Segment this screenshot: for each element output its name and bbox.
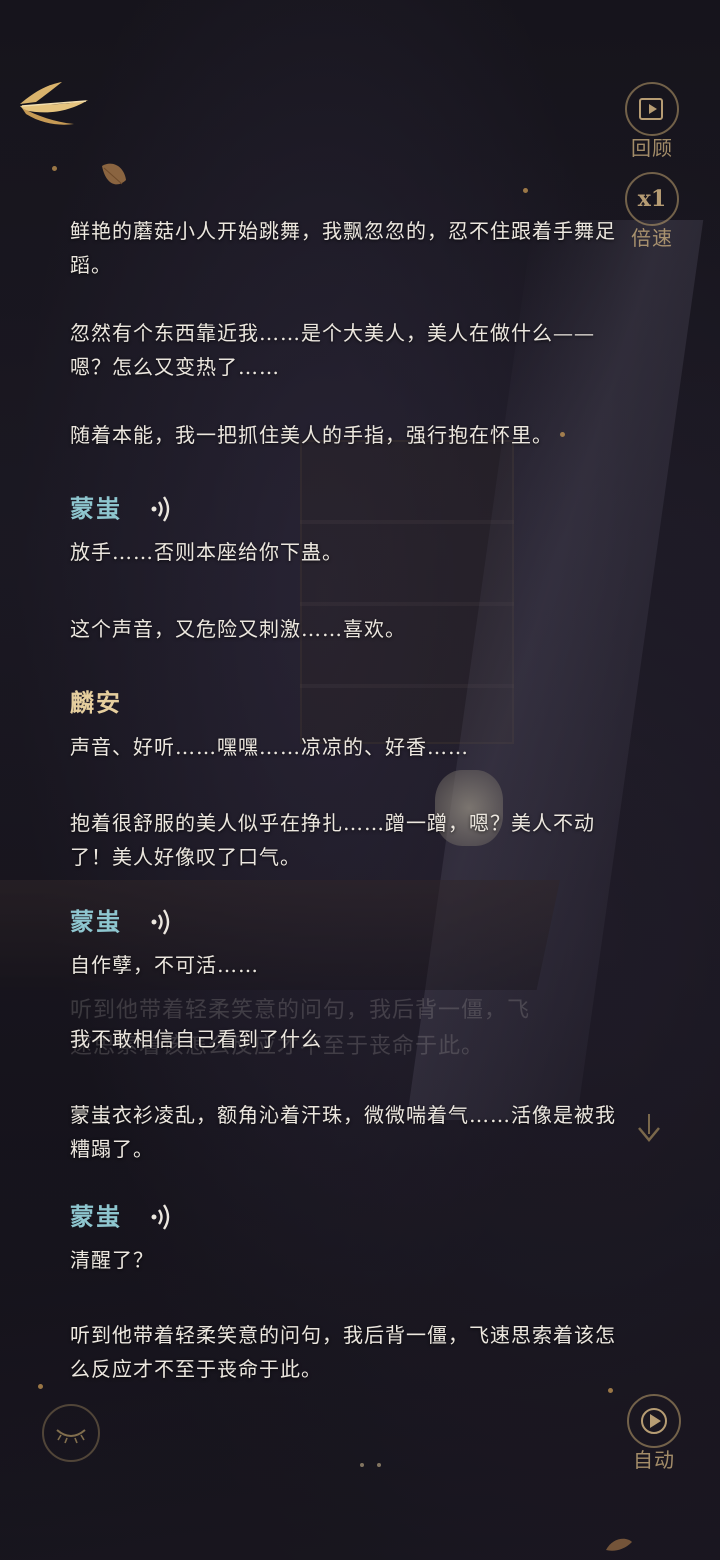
- sparkle-decoration: [523, 188, 528, 193]
- closed-eye-icon: [56, 1429, 86, 1444]
- speech-line: 清醒了？: [70, 1248, 154, 1272]
- sparkle-decoration: [52, 166, 57, 171]
- sound-wave-icon[interactable]: [150, 907, 172, 937]
- review-button[interactable]: 回顾: [624, 82, 680, 161]
- speech-line: 放手……否则本座给你下蛊。: [70, 540, 343, 564]
- speaker-name-text: 蒙蚩: [70, 907, 122, 936]
- narration-line: 听到他带着轻柔笑意的问句，我后背一僵，飞速思索着该怎么反应才不至于丧命于此。: [70, 1323, 616, 1381]
- auto-label: 自动: [633, 1448, 675, 1472]
- speed-label: 倍速: [631, 226, 673, 250]
- narration-line: 这个声音，又危险又刺激……喜欢。: [70, 617, 406, 641]
- indicator-dot: [377, 1463, 382, 1467]
- speaker-name: 蒙蚩: [70, 494, 172, 524]
- sparkle-decoration: [38, 1384, 43, 1389]
- replay-icon: [639, 98, 663, 120]
- auto-play-button[interactable]: 自动: [626, 1394, 682, 1473]
- speed-button[interactable]: x1 倍速: [624, 172, 680, 251]
- speaker-name: 麟安: [70, 688, 122, 718]
- speaker-name-text: 蒙蚩: [70, 494, 122, 523]
- speed-value: x1: [637, 186, 667, 212]
- down-arrow-icon: [638, 1114, 660, 1142]
- narration-line: 我不敢相信自己看到了什么: [70, 1027, 322, 1051]
- speech-line: 声音、好听……嘿嘿……凉凉的、好香……: [70, 735, 469, 759]
- speech-line: 自作孽，不可活……: [70, 953, 259, 977]
- speaker-name: 蒙蚩: [70, 907, 172, 937]
- narration-line: 抱着很舒服的美人似乎在挣扎……蹭一蹭，嗯？美人不动了！美人好像叹了口气。: [70, 811, 595, 869]
- sparkle-decoration: [608, 1388, 613, 1393]
- narration-line: 鲜艳的蘑菇小人开始跳舞，我飘忽忽的，忍不住跟着手舞足蹈。: [70, 219, 616, 277]
- narration-line: 蒙蚩衣衫凌乱，额角沁着汗珠，微微喘着气……活像是被我糟蹋了。: [70, 1103, 616, 1161]
- review-label: 回顾: [631, 136, 673, 160]
- hide-ui-button[interactable]: [42, 1404, 100, 1462]
- sound-wave-icon[interactable]: [150, 1202, 172, 1232]
- speaker-name-text: 麟安: [70, 688, 122, 717]
- fallen-leaf-decoration: [102, 163, 126, 185]
- indicator-dot: [360, 1463, 364, 1467]
- speaker-name: 蒙蚩: [70, 1202, 172, 1232]
- speaker-name-text: 蒙蚩: [70, 1202, 122, 1231]
- golden-leaf-back-icon: [20, 82, 88, 125]
- back-button[interactable]: [16, 80, 92, 132]
- fallen-leaf-decoration: [606, 1538, 632, 1551]
- page-indicator: [356, 1452, 385, 1471]
- play-icon: [641, 1408, 667, 1434]
- narration-line: 忽然有个东西靠近我……是个大美人，美人在做什么——嗯？怎么又变热了……: [70, 321, 595, 379]
- narration-line: 随着本能，我一把抓住美人的手指，强行抱在怀里。: [70, 423, 553, 447]
- sound-wave-icon[interactable]: [150, 494, 172, 524]
- ghost-line: 听到他带着轻柔笑意的问句，我后背一僵，飞: [70, 998, 531, 1023]
